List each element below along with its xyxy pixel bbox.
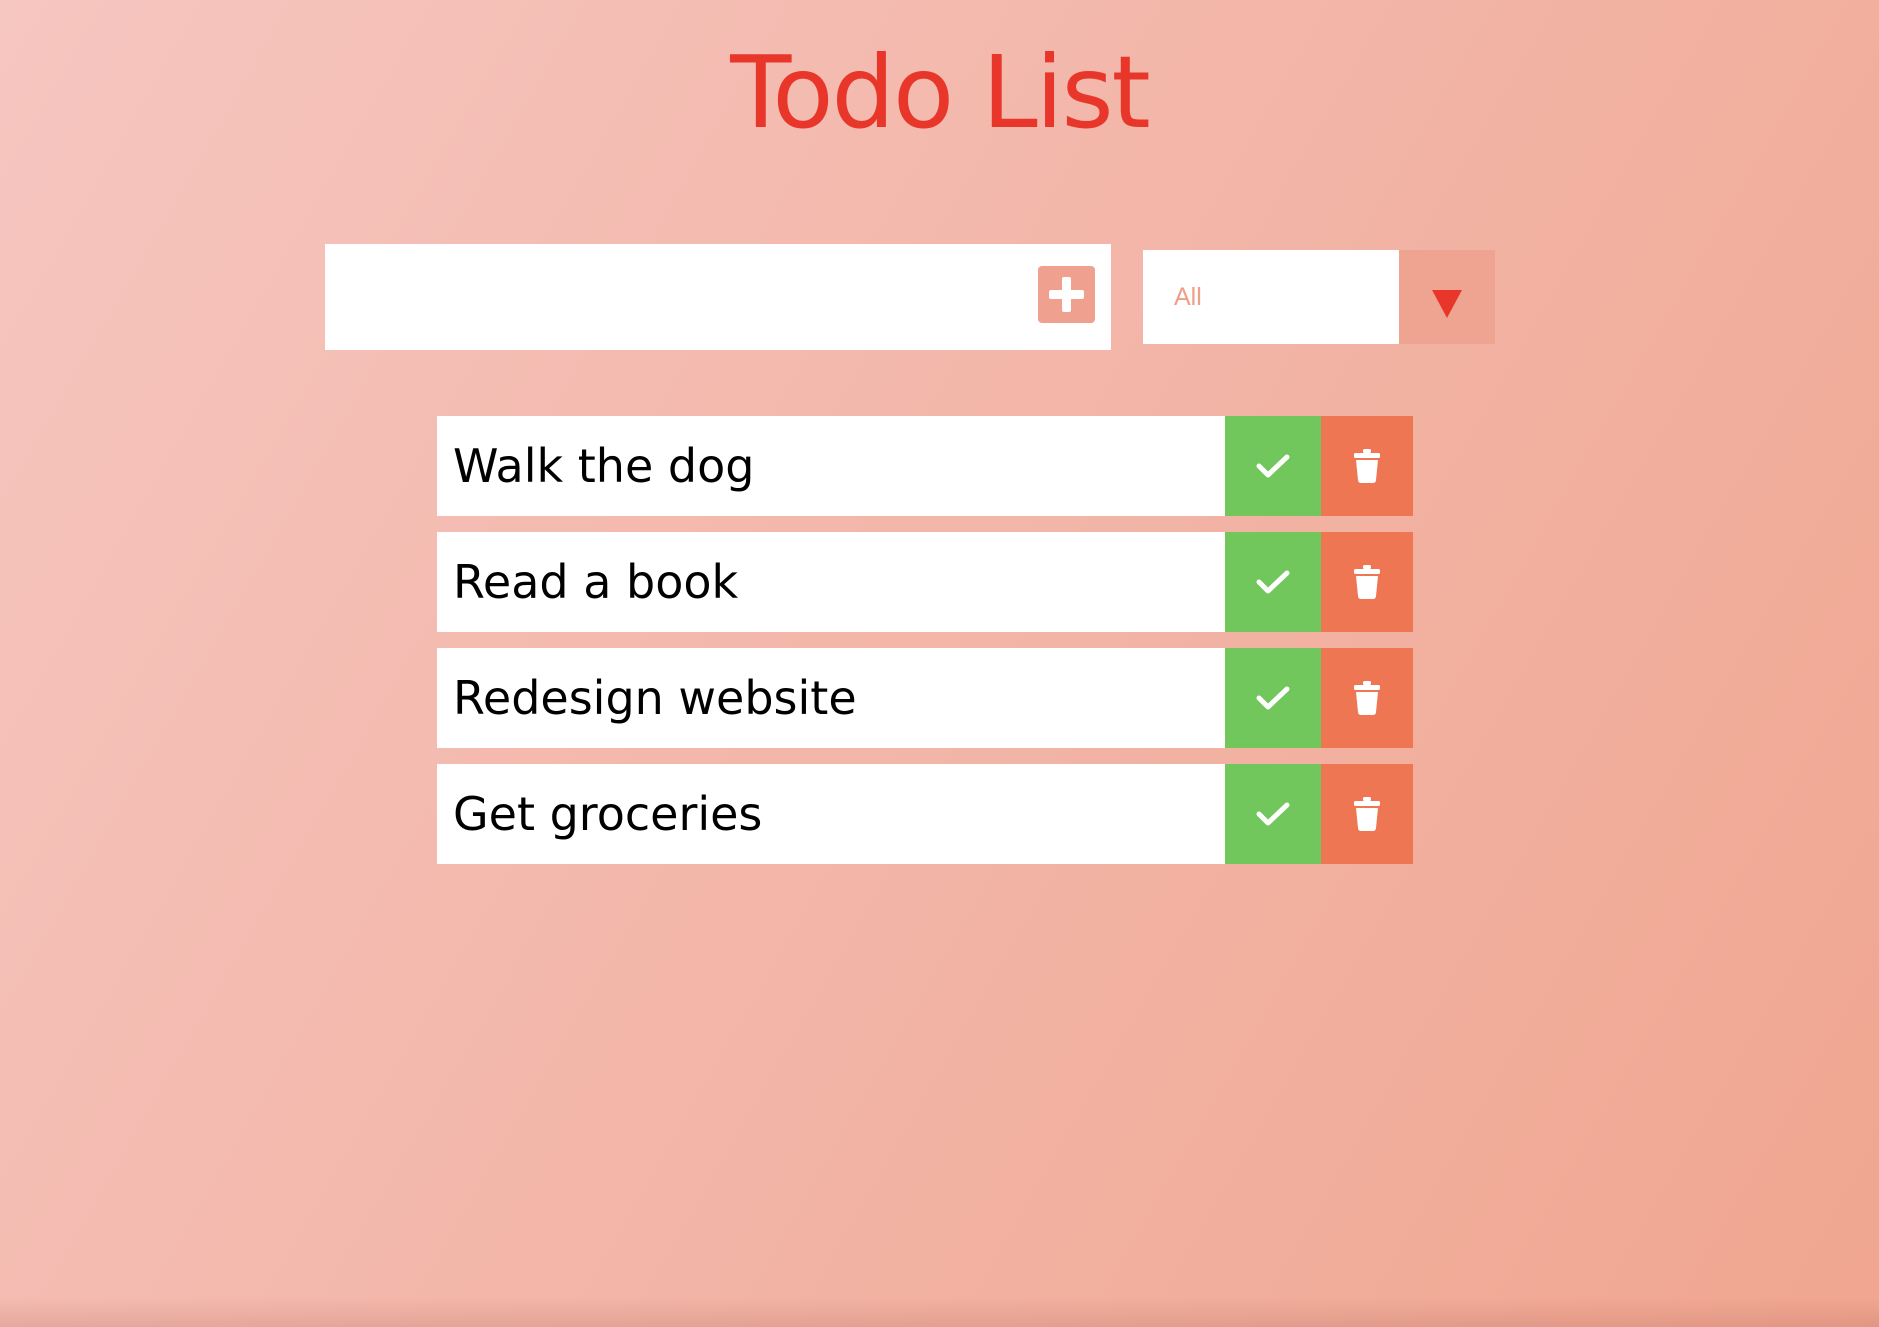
filter-select[interactable]: All: [1143, 250, 1495, 344]
plus-icon-stem: [1062, 277, 1071, 312]
delete-button[interactable]: [1321, 648, 1413, 748]
trash-icon: [1354, 797, 1380, 831]
complete-button[interactable]: [1225, 416, 1321, 516]
todo-item-text: Redesign website: [453, 671, 857, 725]
add-todo-button[interactable]: [1038, 266, 1095, 323]
todo-item: Get groceries: [437, 764, 1413, 864]
todo-item: Walk the dog: [437, 416, 1413, 516]
complete-button[interactable]: [1225, 764, 1321, 864]
complete-button[interactable]: [1225, 532, 1321, 632]
triangle-down-icon: [1432, 290, 1462, 318]
check-icon: [1256, 454, 1290, 478]
todo-item-text: Read a book: [453, 555, 739, 609]
page-title: Todo List: [730, 34, 1151, 151]
todo-form: [325, 244, 1111, 350]
todo-item: Redesign website: [437, 648, 1413, 748]
todo-input[interactable]: [325, 244, 1025, 350]
delete-button[interactable]: [1321, 416, 1413, 516]
bottom-shadow: [0, 1297, 1879, 1327]
check-icon: [1256, 802, 1290, 826]
filter-selected-value: All: [1143, 250, 1399, 344]
trash-icon: [1354, 565, 1380, 599]
delete-button[interactable]: [1321, 764, 1413, 864]
todo-item-text: Walk the dog: [453, 439, 755, 493]
todo-item-text: Get groceries: [453, 787, 763, 841]
complete-button[interactable]: [1225, 648, 1321, 748]
todo-item: Read a book: [437, 532, 1413, 632]
todo-list: Walk the dog Read a book Redesign websit…: [437, 416, 1413, 880]
check-icon: [1256, 686, 1290, 710]
check-icon: [1256, 570, 1290, 594]
filter-dropdown-toggle[interactable]: [1399, 250, 1495, 344]
delete-button[interactable]: [1321, 532, 1413, 632]
trash-icon: [1354, 449, 1380, 483]
trash-icon: [1354, 681, 1380, 715]
